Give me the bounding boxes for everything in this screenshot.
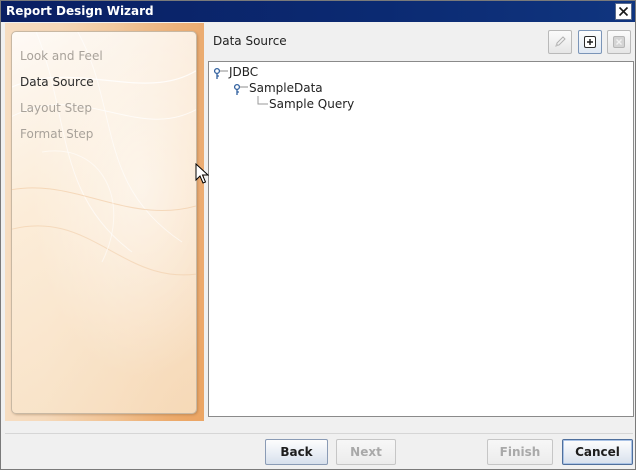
step-look-and-feel[interactable]: Look and Feel — [20, 48, 103, 64]
wizard-window: Report Design Wizard Look and Feel Data … — [0, 0, 636, 470]
edit-button[interactable] — [548, 30, 572, 54]
title-bar[interactable]: Report Design Wizard — [1, 1, 635, 22]
connection-key-icon — [213, 67, 228, 79]
mouse-cursor-icon — [195, 163, 209, 184]
pencil-icon — [555, 36, 566, 47]
finish-button[interactable]: Finish — [487, 439, 553, 465]
tree-node-sample-query[interactable]: Sample Query — [269, 96, 354, 112]
next-button[interactable]: Next — [336, 439, 396, 465]
close-icon — [618, 6, 629, 17]
tree-node-jdbc[interactable]: JDBC — [229, 64, 258, 80]
plus-box-icon — [584, 36, 596, 48]
footer-divider — [5, 433, 633, 434]
remove-button[interactable] — [607, 30, 631, 54]
window-title: Report Design Wizard — [6, 4, 154, 18]
cancel-button[interactable]: Cancel — [562, 439, 633, 465]
tree-node-sampledata[interactable]: SampleData — [249, 80, 323, 96]
data-source-tree[interactable]: JDBC SampleData Sample Query — [208, 61, 634, 417]
step-format-step[interactable]: Format Step — [20, 126, 93, 142]
window-close-button[interactable] — [615, 3, 632, 20]
close-box-icon — [613, 36, 625, 48]
section-title: Data Source — [213, 34, 287, 48]
connection-key-icon — [233, 83, 248, 95]
add-button[interactable] — [578, 30, 602, 54]
steps-panel: Look and Feel Data Source Layout Step Fo… — [11, 31, 197, 414]
step-data-source[interactable]: Data Source — [20, 74, 94, 90]
step-layout-step[interactable]: Layout Step — [20, 100, 92, 116]
back-button[interactable]: Back — [265, 439, 328, 465]
